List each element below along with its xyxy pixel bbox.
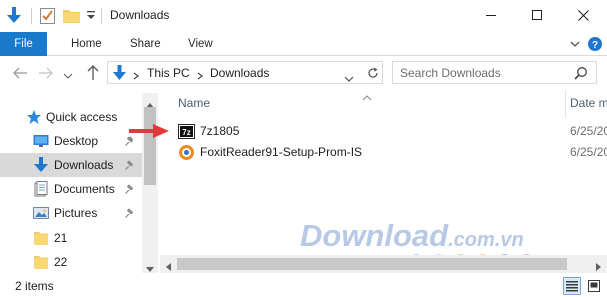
nav-item-folder-21[interactable]: 21	[0, 226, 142, 250]
folder-icon	[33, 254, 49, 270]
download-arrow-icon	[33, 157, 49, 173]
tab-view[interactable]: View	[188, 32, 213, 56]
close-icon	[577, 9, 589, 21]
nav-item-quick-access[interactable]: Quick access	[0, 105, 142, 129]
details-view-icon	[566, 281, 578, 292]
download-arrow-icon[interactable]	[6, 6, 22, 24]
scroll-down-icon[interactable]	[146, 261, 154, 272]
7zip-icon: 7z	[178, 123, 195, 140]
expand-ribbon-icon[interactable]	[569, 38, 581, 50]
horizontal-scrollbar[interactable]	[160, 255, 607, 273]
nav-item-label: Quick access	[46, 110, 118, 124]
tab-file[interactable]: File	[0, 32, 47, 56]
scroll-up-icon[interactable]	[146, 97, 154, 108]
svg-text:7z: 7z	[182, 128, 190, 137]
navigation-pane: Quick access Desktop Downloads Documents	[0, 93, 158, 273]
nav-item-label: Pictures	[54, 206, 98, 220]
nav-item-pictures[interactable]: Pictures	[0, 201, 142, 225]
pin-icon[interactable]	[124, 159, 136, 171]
new-folder-icon[interactable]	[63, 8, 80, 23]
breadcrumb-chevron-icon[interactable]	[196, 69, 204, 80]
download-arrow-icon	[112, 65, 127, 81]
folder-icon	[33, 230, 49, 246]
star-icon	[26, 109, 42, 125]
minimize-icon	[486, 15, 496, 16]
search-icon[interactable]	[574, 66, 588, 80]
minimize-button[interactable]	[468, 0, 514, 30]
nav-item-label: Downloads	[54, 158, 114, 172]
search-box[interactable]	[392, 61, 597, 84]
nav-item-label: Documents	[54, 182, 115, 196]
file-name: 7z1805	[200, 124, 240, 138]
pin-icon[interactable]	[124, 207, 136, 219]
up-arrow-icon[interactable]	[86, 64, 100, 81]
nav-item-label: Desktop	[54, 134, 99, 148]
refresh-button[interactable]	[363, 61, 383, 84]
breadcrumb-downloads[interactable]: Downloads	[210, 66, 269, 80]
forward-arrow-icon[interactable]	[38, 66, 54, 80]
file-date: 6/25/20	[570, 124, 607, 138]
recent-locations-chevron-icon[interactable]	[63, 69, 73, 79]
address-dropdown-icon[interactable]	[344, 71, 354, 82]
column-divider[interactable]	[565, 90, 566, 118]
nav-item-label: 21	[54, 231, 68, 245]
breadcrumb-chevron-icon[interactable]	[132, 69, 140, 80]
nav-item-label: 22	[54, 255, 68, 269]
nav-item-desktop[interactable]: Desktop	[0, 129, 142, 153]
documents-icon	[33, 181, 49, 197]
scroll-left-icon[interactable]	[166, 260, 171, 271]
breadcrumb-this-pc[interactable]: This PC	[147, 66, 190, 80]
column-header-date[interactable]: Date m	[570, 96, 607, 110]
horizontal-scroll-thumb[interactable]	[177, 258, 567, 270]
desktop-icon	[33, 133, 49, 149]
file-list: Name Date m 7z 7z1805 6/25/20 FoxitReade…	[160, 86, 607, 278]
toolbar-separator	[101, 8, 102, 24]
file-row-foxitreader[interactable]: FoxitReader91-Setup-Prom-IS 6/25/20	[174, 142, 607, 163]
sort-ascending-icon	[362, 90, 372, 101]
ribbon-tabs: File Home Share View ?	[0, 32, 607, 56]
file-date: 6/25/20	[570, 145, 607, 159]
search-input[interactable]	[393, 62, 573, 83]
pictures-icon	[33, 205, 49, 221]
watermark-main: Download	[300, 218, 449, 253]
foxit-installer-icon	[178, 144, 195, 161]
maximize-button[interactable]	[514, 0, 560, 30]
svg-text:?: ?	[592, 40, 598, 51]
address-bar[interactable]: This PC Downloads	[107, 61, 383, 84]
tab-home[interactable]: Home	[71, 32, 102, 56]
window-title: Downloads	[110, 8, 170, 22]
toolbar-separator	[31, 8, 32, 24]
nav-item-documents[interactable]: Documents	[0, 177, 142, 201]
properties-icon[interactable]	[40, 7, 55, 24]
details-view-button[interactable]	[563, 277, 581, 295]
back-arrow-icon[interactable]	[12, 66, 28, 80]
column-header-name[interactable]: Name	[178, 96, 210, 110]
customize-dropdown-icon[interactable]	[86, 8, 96, 22]
scroll-right-icon[interactable]	[596, 260, 601, 271]
help-icon[interactable]: ?	[587, 36, 603, 52]
title-bar: Downloads	[0, 0, 607, 32]
maximize-icon	[532, 10, 542, 20]
item-count: 2 items	[15, 279, 54, 293]
tab-share[interactable]: Share	[130, 32, 161, 56]
large-icons-view-icon	[588, 280, 600, 292]
file-row-7z1805[interactable]: 7z 7z1805 6/25/20	[174, 121, 607, 142]
nav-pane-scrollbar[interactable]	[142, 93, 158, 273]
status-bar: 2 items	[0, 274, 607, 297]
close-button[interactable]	[560, 0, 606, 30]
file-name: FoxitReader91-Setup-Prom-IS	[200, 145, 363, 159]
refresh-icon	[367, 67, 378, 78]
nav-item-downloads[interactable]: Downloads	[0, 153, 142, 177]
annotation-arrow-icon	[129, 124, 169, 138]
pin-icon[interactable]	[124, 183, 136, 195]
nav-scroll-thumb[interactable]	[144, 107, 156, 185]
nav-item-folder-22[interactable]: 22	[0, 250, 142, 274]
watermark: Download.com.vn	[300, 218, 524, 254]
large-icons-view-button[interactable]	[585, 277, 603, 295]
watermark-suffix: .com.vn	[448, 229, 524, 251]
